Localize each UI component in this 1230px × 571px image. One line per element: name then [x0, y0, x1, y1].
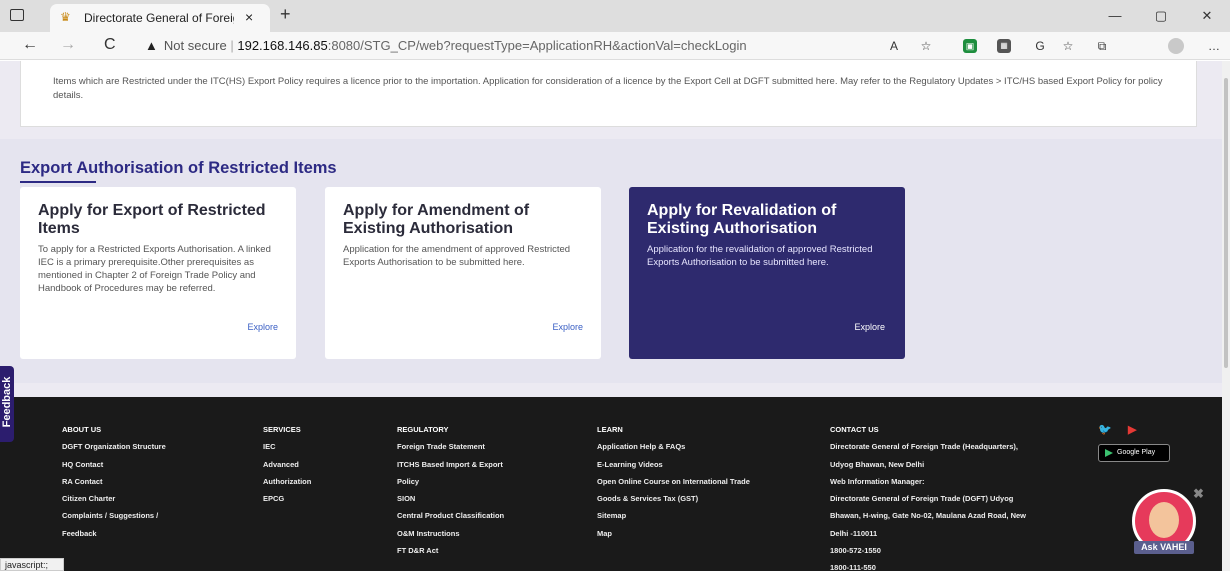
- footer-regulatory-column: REGULATORY Foreign Trade Statement ITCHS…: [397, 421, 504, 559]
- footer-contact-column: CONTACT US Directorate General of Foreig…: [830, 421, 1026, 571]
- new-tab-button[interactable]: +: [280, 4, 291, 25]
- footer-about-column: ABOUT US DGFT Organization Structure HQ …: [62, 421, 166, 542]
- contact-line: Directorate General of Foreign Trade (He…: [830, 442, 1018, 452]
- google-play-badge[interactable]: Google Play: [1098, 444, 1170, 462]
- footer-link[interactable]: HQ Contact: [62, 456, 166, 473]
- url-path: :8080/STG_CP/web?requestType=Application…: [327, 38, 747, 53]
- footer-heading: ABOUT US: [62, 425, 102, 434]
- status-bar: javascript:;: [0, 558, 64, 571]
- reload-button[interactable]: C: [104, 36, 116, 54]
- page-content: Items which are Restricted under the ITC…: [0, 61, 1222, 571]
- dgft-favicon-icon: ♛: [60, 10, 71, 24]
- collections-icon[interactable]: ⧉: [1092, 36, 1112, 56]
- section-title: Export Authorisation of Restricted Items: [20, 159, 337, 177]
- footer-link[interactable]: IEC: [263, 438, 311, 455]
- tab-close-icon[interactable]: ×: [245, 9, 253, 25]
- footer-link[interactable]: Complaints / Suggestions /: [62, 507, 166, 524]
- assistant-face: [1149, 502, 1179, 538]
- footer-link[interactable]: Authorization: [263, 473, 311, 490]
- card-text: Application for the amendment of approve…: [343, 244, 571, 268]
- footer-link[interactable]: FT D&R Act: [397, 542, 504, 559]
- footer-link[interactable]: Open Online Course on International Trad…: [597, 473, 750, 490]
- explore-link[interactable]: Explore: [247, 322, 278, 332]
- footer-link[interactable]: DGFT Organization Structure: [62, 438, 166, 455]
- google-play-label: Google Play: [1117, 449, 1156, 456]
- feedback-label: Feedback: [1, 376, 13, 428]
- export-authorisation-section: Export Authorisation of Restricted Items…: [0, 139, 1222, 383]
- profile-avatar[interactable]: [1168, 38, 1184, 54]
- twitter-icon[interactable]: 🐦: [1098, 423, 1112, 436]
- footer-link[interactable]: Goods & Services Tax (GST): [597, 490, 750, 507]
- footer-services-column: SERVICES IEC Advanced Authorization EPCG: [263, 421, 311, 507]
- contact-line: Web Information Manager:: [830, 476, 925, 486]
- feedback-tab[interactable]: Feedback: [0, 366, 14, 442]
- footer-link[interactable]: SION: [397, 490, 504, 507]
- apply-amendment-card[interactable]: Apply for Amendment of Existing Authoris…: [325, 187, 601, 359]
- url-field[interactable]: ▲ Not secure | 192.168.146.85:8080/STG_CP…: [145, 35, 925, 57]
- contact-line: Bhawan, H-wing, Gate No-02, Maulana Azad…: [830, 511, 1026, 521]
- footer-heading: SERVICES: [263, 425, 301, 434]
- footer-link[interactable]: Feedback: [62, 525, 166, 542]
- footer-link[interactable]: ITCHS Based Import & Export: [397, 456, 504, 473]
- address-bar: ← → C ▲ Not secure | 192.168.146.85:8080/…: [0, 32, 1230, 60]
- footer-link[interactable]: Citizen Charter: [62, 490, 166, 507]
- footer-link[interactable]: Advanced: [263, 456, 311, 473]
- browser-tab-bar: ♛ Directorate General of Foreign Tr × + …: [0, 0, 1230, 32]
- favorite-star-icon[interactable]: ☆: [916, 36, 936, 56]
- close-window-button[interactable]: ✕: [1184, 0, 1230, 32]
- footer-link[interactable]: Policy: [397, 473, 504, 490]
- not-secure-label: Not secure: [163, 38, 227, 53]
- ask-vahei-button[interactable]: Ask VAHEI: [1134, 541, 1194, 554]
- footer-link[interactable]: Application Help & FAQs: [597, 438, 750, 455]
- tab-title: Directorate General of Foreign Tr: [84, 11, 234, 25]
- contact-line: 1800-572-1550: [830, 546, 881, 556]
- footer-link[interactable]: E-Learning Videos: [597, 456, 750, 473]
- footer-link[interactable]: Map: [597, 525, 750, 542]
- footer-heading: REGULATORY: [397, 425, 449, 434]
- assistant-close-icon[interactable]: ✖: [1193, 486, 1204, 502]
- minimize-button[interactable]: —: [1092, 0, 1138, 32]
- footer-heading: CONTACT US: [830, 425, 879, 434]
- card-title: Apply for Amendment of Existing Authoris…: [343, 202, 530, 237]
- site-footer: ABOUT US DGFT Organization Structure HQ …: [0, 397, 1222, 571]
- scrollbar-thumb[interactable]: [1224, 78, 1228, 368]
- tab-actions-icon[interactable]: [10, 9, 24, 21]
- youtube-icon[interactable]: ▶: [1128, 423, 1136, 436]
- footer-link[interactable]: O&M Instructions: [397, 525, 504, 542]
- forward-button[interactable]: →: [60, 36, 76, 54]
- card-title: Apply for Revalidation of Existing Autho…: [647, 202, 837, 237]
- section-underline: [20, 181, 96, 183]
- url-host: 192.168.146.85: [237, 38, 328, 53]
- footer-link[interactable]: Foreign Trade Statement: [397, 438, 504, 455]
- card-text: To apply for a Restricted Exports Author…: [38, 244, 271, 294]
- contact-line: Directorate General of Foreign Trade (DG…: [830, 494, 1014, 504]
- restore-button[interactable]: ▢: [1138, 0, 1184, 32]
- back-button[interactable]: ←: [22, 36, 38, 54]
- card-title: Apply for Export of Restricted Items: [38, 202, 266, 237]
- card-text: Application for the revalidation of appr…: [647, 244, 873, 268]
- contact-line: Udyog Bhawan, New Delhi: [830, 459, 925, 469]
- extension-dark-icon[interactable]: ▦: [997, 39, 1011, 53]
- footer-link[interactable]: Central Product Classification: [397, 507, 504, 524]
- contact-line: Delhi -110011: [830, 528, 878, 538]
- footer-link[interactable]: Sitemap: [597, 507, 750, 524]
- contact-line: 1800-111-550: [830, 563, 876, 571]
- info-card: Items which are Restricted under the ITC…: [20, 61, 1197, 127]
- browser-tab[interactable]: ♛ Directorate General of Foreign Tr ×: [50, 4, 270, 32]
- apply-export-card[interactable]: Apply for Export of Restricted Items To …: [20, 187, 296, 359]
- footer-link[interactable]: RA Contact: [62, 473, 166, 490]
- footer-learn-column: LEARN Application Help & FAQs E-Learning…: [597, 421, 750, 542]
- explore-link[interactable]: Explore: [854, 322, 885, 332]
- apply-revalidation-card[interactable]: Apply for Revalidation of Existing Autho…: [629, 187, 905, 359]
- info-text: Items which are Restricted under the ITC…: [53, 76, 1163, 101]
- warning-icon: ▲: [145, 38, 158, 53]
- footer-link[interactable]: EPCG: [263, 490, 311, 507]
- refresh-extension-icon[interactable]: G: [1030, 36, 1050, 56]
- read-aloud-icon[interactable]: A: [884, 36, 904, 56]
- extension-green-icon[interactable]: ▣: [963, 39, 977, 53]
- more-options-icon[interactable]: …: [1204, 36, 1224, 56]
- footer-heading: LEARN: [597, 425, 623, 434]
- favorites-icon[interactable]: ☆: [1058, 36, 1078, 56]
- explore-link[interactable]: Explore: [552, 322, 583, 332]
